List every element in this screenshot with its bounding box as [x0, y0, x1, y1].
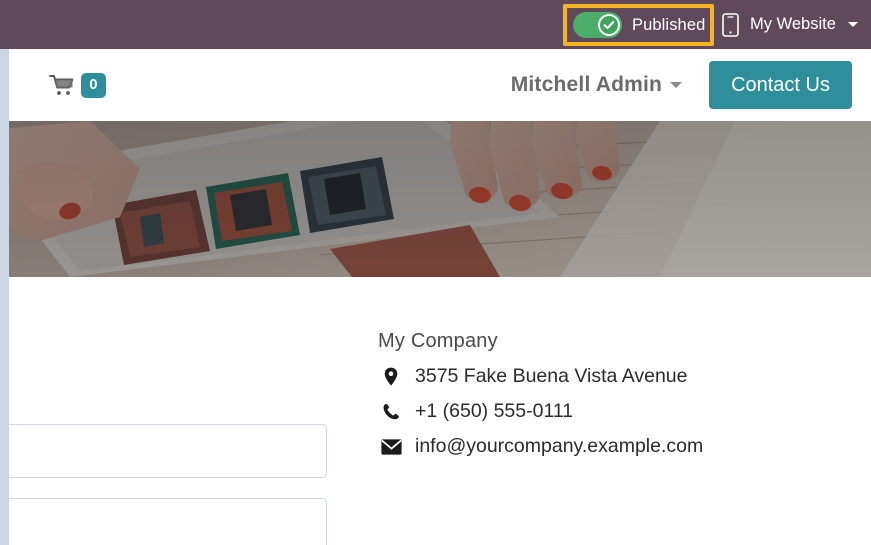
page-root: Published My Website ct us [0, 0, 871, 545]
mobile-phone-icon[interactable] [722, 12, 739, 37]
contact-phone: +1 (650) 555-0111 [415, 400, 574, 422]
contact-address: 3575 Fake Buena Vista Avenue [415, 365, 688, 387]
shopping-cart-icon [48, 74, 75, 97]
odoo-systray-bar: Published My Website [0, 0, 871, 49]
contact-row-address: 3575 Fake Buena Vista Avenue [378, 363, 703, 390]
website-navbar: ct us 0 Mitchell Admin Contact Us [0, 49, 871, 121]
systray-right-group: My Website [722, 0, 858, 49]
user-menu[interactable]: Mitchell Admin [510, 73, 683, 97]
contact-us-button[interactable]: Contact Us [709, 61, 852, 109]
publish-toggle-switch[interactable] [573, 12, 622, 38]
contact-row-email: info@yourcompany.example.com [378, 433, 703, 460]
page-content: My Company 3575 Fake Buena Vista Avenue … [0, 277, 871, 545]
company-name: My Company [378, 330, 498, 352]
chevron-down-icon[interactable] [847, 22, 858, 27]
contact-row-phone: +1 (650) 555-0111 [378, 398, 703, 425]
website-selector-label[interactable]: My Website [750, 15, 836, 34]
cart-button[interactable]: 0 [48, 72, 106, 98]
form-input-field-2[interactable] [0, 498, 327, 545]
user-menu-label: Mitchell Admin [510, 73, 663, 96]
publish-status-label: Published [632, 15, 706, 34]
navbar-right-group: Mitchell Admin Contact Us [511, 49, 852, 121]
chevron-down-icon [670, 82, 683, 88]
cart-count-badge: 0 [80, 72, 106, 98]
envelope-icon [378, 438, 404, 455]
publish-toggle-highlight: Published [563, 4, 714, 46]
phone-icon [378, 403, 404, 420]
form-input-field-1[interactable] [0, 424, 327, 478]
contact-details-block: My Company 3575 Fake Buena Vista Avenue … [378, 330, 703, 468]
hero-image [0, 121, 871, 277]
contact-email: info@yourcompany.example.com [415, 435, 704, 457]
check-circle-icon [598, 14, 620, 36]
map-pin-icon [378, 367, 404, 386]
navbar-left-group: ct us 0 [0, 49, 106, 121]
page-scrollbar-track[interactable] [0, 49, 9, 545]
